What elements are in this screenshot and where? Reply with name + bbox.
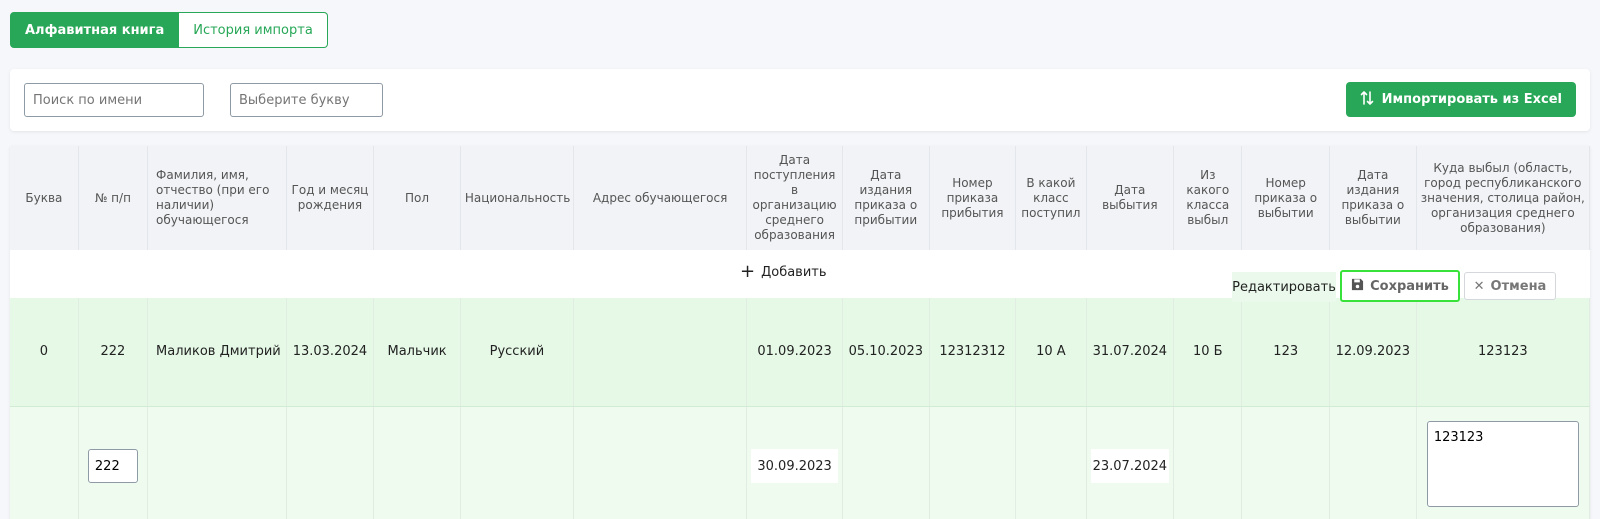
column-header-arrival-order-number: Номер приказа прибытия xyxy=(929,146,1017,250)
edit-row: 123123 xyxy=(10,406,1590,519)
column-header-number: № п/п xyxy=(78,146,149,250)
cell-leave-order-number: 123 xyxy=(1241,298,1331,407)
cell-gender: Мальчик xyxy=(373,298,461,407)
edit-cell-number xyxy=(78,406,149,519)
cell-address xyxy=(573,298,748,407)
cell-nationality: Русский xyxy=(460,298,574,407)
cell-class-in: 10 А xyxy=(1015,298,1087,407)
edit-cell-leave-date xyxy=(1086,406,1175,519)
column-header-leave-date: Дата выбытия xyxy=(1086,146,1175,250)
cell-arrival-order-number: 12312312 xyxy=(929,298,1017,407)
cell-class-out: 10 Б xyxy=(1173,298,1243,407)
column-header-letter: Буква xyxy=(10,146,79,250)
leave-date-input[interactable] xyxy=(1090,449,1170,484)
edit-cell-nationality xyxy=(460,406,574,519)
edit-cell-arrival-order-number xyxy=(929,406,1017,519)
edit-cell-destination: 123123 xyxy=(1416,406,1590,519)
import-excel-label: Импортировать из Excel xyxy=(1381,92,1562,107)
cell-leave-order-date: 12.09.2023 xyxy=(1329,298,1417,407)
edit-cell-full-name xyxy=(147,406,287,519)
cell-arrival-order-date: 05.10.2023 xyxy=(842,298,930,407)
add-row-label: Добавить xyxy=(761,264,827,280)
cell-destination: 123123 xyxy=(1416,298,1590,407)
column-header-arrival-order-date: Дата издания приказа о прибытии xyxy=(842,146,930,250)
cell-birth: 13.03.2024 xyxy=(286,298,375,407)
admission-date-input[interactable] xyxy=(751,449,838,484)
table-header-row: Буква № п/п Фамилия, имя, отчество (при … xyxy=(10,146,1590,250)
edit-mode-label: Редактировать xyxy=(1232,272,1336,302)
column-header-full-name: Фамилия, имя, отчество (при его наличии)… xyxy=(147,146,287,250)
view-tabs: Алфавитная книга История импорта xyxy=(10,12,328,48)
table-row[interactable]: 0 222 Маликов Дмитрий 13.03.2024 Мальчик… xyxy=(10,298,1590,407)
alphabet-book-table: Буква № п/п Фамилия, имя, отчество (при … xyxy=(10,146,1590,519)
cancel-button[interactable]: ✕ Отмена xyxy=(1464,272,1556,300)
cell-number: 222 xyxy=(78,298,149,407)
filter-toolbar: Импортировать из Excel xyxy=(10,69,1590,131)
column-header-admission-date: Дата поступления в организацию среднего … xyxy=(746,146,843,250)
column-header-birth: Год и месяц рождения xyxy=(286,146,375,250)
cancel-label: Отмена xyxy=(1490,278,1547,294)
edit-cell-address xyxy=(573,406,748,519)
search-input[interactable] xyxy=(24,83,204,117)
edit-cell-leave-order-number xyxy=(1241,406,1331,519)
edit-cell-gender xyxy=(373,406,461,519)
edit-cell-class-in xyxy=(1015,406,1087,519)
cell-leave-date: 31.07.2024 xyxy=(1086,298,1175,407)
column-header-class-in: В какой класс поступил xyxy=(1015,146,1087,250)
add-row-button[interactable]: + Добавить xyxy=(740,261,827,282)
column-header-class-out: Из какого класса выбыл xyxy=(1173,146,1243,250)
plus-icon: + xyxy=(740,261,756,282)
save-button[interactable]: Сохранить xyxy=(1340,270,1460,302)
save-label: Сохранить xyxy=(1370,278,1449,294)
edit-cell-letter xyxy=(10,406,79,519)
edit-cell-class-out xyxy=(1173,406,1243,519)
column-header-leave-order-date: Дата издания приказа о выбытии xyxy=(1329,146,1417,250)
close-icon: ✕ xyxy=(1473,278,1485,294)
edit-cell-birth xyxy=(286,406,375,519)
cell-letter: 0 xyxy=(10,298,79,407)
cell-full-name: Маликов Дмитрий xyxy=(147,298,287,407)
column-header-nationality: Национальность xyxy=(460,146,574,250)
tab-import-history[interactable]: История импорта xyxy=(179,12,328,48)
column-header-leave-order-number: Номер приказа о выбытии xyxy=(1241,146,1331,250)
column-header-destination: Куда выбыл (область, город республиканск… xyxy=(1416,146,1590,250)
column-header-gender: Пол xyxy=(373,146,461,250)
actions-cell: + Добавить Редактировать Сохранить ✕ Отм… xyxy=(10,250,1590,302)
tab-alphabet-book[interactable]: Алфавитная книга xyxy=(10,12,180,48)
table-actions-row: + Добавить Редактировать Сохранить ✕ Отм… xyxy=(10,250,1590,302)
edit-cell-leave-order-date xyxy=(1329,406,1417,519)
column-header-address: Адрес обучающегося xyxy=(573,146,748,250)
destination-textarea[interactable]: 123123 xyxy=(1426,421,1579,508)
letter-select[interactable] xyxy=(230,83,383,117)
import-excel-button[interactable]: Импортировать из Excel xyxy=(1345,82,1576,117)
floppy-disk-icon xyxy=(1351,278,1364,295)
cell-admission-date: 01.09.2023 xyxy=(746,298,843,407)
number-input[interactable] xyxy=(87,449,138,484)
edit-cell-admission-date xyxy=(746,406,843,519)
sort-arrows-icon xyxy=(1360,90,1374,110)
edit-cell-arrival-order-date xyxy=(842,406,930,519)
